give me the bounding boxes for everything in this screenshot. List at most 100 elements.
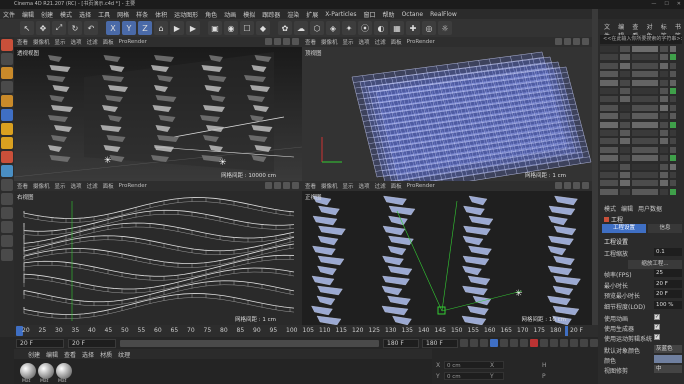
object-row[interactable]: [600, 104, 682, 112]
left-tool-button[interactable]: [1, 193, 13, 205]
range-slider[interactable]: [120, 339, 379, 347]
toolbar-button[interactable]: ✦: [342, 21, 356, 35]
viewport-nav-icon[interactable]: [265, 38, 272, 45]
left-tool-button[interactable]: [1, 165, 13, 177]
object-row[interactable]: [600, 54, 682, 61]
y-position-field[interactable]: 0 cm: [444, 372, 504, 380]
grid-button[interactable]: [580, 339, 588, 347]
object-row[interactable]: [600, 46, 682, 53]
color-swatch[interactable]: [654, 355, 682, 363]
material-swatch[interactable]: [38, 363, 54, 379]
viewport-nav-icon[interactable]: [292, 38, 299, 45]
material-menu-item[interactable]: 查看: [64, 350, 76, 359]
material-menu-item[interactable]: 材质: [100, 350, 112, 359]
viewport-menu-item[interactable]: 过滤: [87, 38, 98, 46]
viewport-menu-item[interactable]: 查看: [305, 182, 316, 190]
viewport-menu-item[interactable]: 选项: [71, 182, 82, 190]
toolbar-button[interactable]: ▦: [390, 21, 404, 35]
maximize-button[interactable]: ☐: [664, 0, 668, 9]
toolbar-button[interactable]: ⦿: [358, 21, 372, 35]
toolbar-button[interactable]: ◆: [256, 21, 270, 35]
viewport-menu-item[interactable]: ProRender: [119, 183, 147, 189]
toolbar-button[interactable]: ☁: [294, 21, 308, 35]
viewport-menu-item[interactable]: 显示: [343, 182, 354, 190]
attribute-value-field[interactable]: 20 F: [654, 290, 682, 298]
menu-item[interactable]: 网格: [117, 10, 129, 19]
viewport-nav-icon[interactable]: [283, 38, 290, 45]
toolbar-button[interactable]: ◉: [224, 21, 238, 35]
settings-button[interactable]: [570, 339, 578, 347]
left-tool-button[interactable]: [1, 235, 13, 247]
attribute-menu-item[interactable]: 编辑: [621, 204, 633, 213]
attribute-menu-item[interactable]: 用户数据: [638, 204, 662, 213]
viewport-nav-icon[interactable]: [582, 182, 589, 189]
viewport-nav-icon[interactable]: [555, 38, 562, 45]
material-menu-item[interactable]: 纹理: [118, 350, 130, 359]
object-list[interactable]: [600, 46, 682, 198]
material-swatch[interactable]: [56, 363, 72, 379]
attribute-menu-item[interactable]: 模式: [604, 204, 616, 213]
toolbar-button[interactable]: X: [106, 21, 120, 35]
attribute-checkbox[interactable]: ✓: [654, 334, 660, 340]
last-frame-button[interactable]: [520, 339, 528, 347]
viewport-nav-icon[interactable]: [573, 182, 580, 189]
left-tool-button[interactable]: [1, 95, 13, 107]
viewport-perspective[interactable]: ✳ ✳ 查看 摄像机 显示 选项 过滤 面板 ProRender 透视视图 网格间距 : 10…: [14, 37, 302, 181]
object-row[interactable]: [600, 188, 682, 196]
viewport-menu-item[interactable]: 查看: [305, 38, 316, 46]
keyframe-button[interactable]: [550, 339, 558, 347]
object-row[interactable]: [600, 79, 682, 87]
toolbar-button[interactable]: ☐: [240, 21, 254, 35]
viewport-nav-icon[interactable]: [283, 182, 290, 189]
menu-item[interactable]: 运动图形: [174, 10, 198, 19]
menu-item[interactable]: 创建: [41, 10, 53, 19]
viewport-menu-item[interactable]: 面板: [103, 38, 114, 46]
toolbar-button[interactable]: ▣: [208, 21, 222, 35]
viewport-nav-icon[interactable]: [265, 182, 272, 189]
next-frame-button[interactable]: [500, 339, 508, 347]
toolbar-button[interactable]: ◈: [326, 21, 340, 35]
material-swatch[interactable]: [20, 363, 36, 379]
menu-item[interactable]: 选择: [79, 10, 91, 19]
menu-item[interactable]: 窗口: [364, 10, 376, 19]
left-tool-button[interactable]: [1, 39, 13, 51]
left-tool-button[interactable]: [1, 249, 13, 261]
toolbar-button[interactable]: ✚: [406, 21, 420, 35]
end-frame-field[interactable]: 180 F: [383, 338, 419, 348]
menu-item[interactable]: 渲染: [287, 10, 299, 19]
object-row[interactable]: [600, 146, 682, 154]
object-row[interactable]: [600, 138, 682, 145]
menu-item[interactable]: 动画: [224, 10, 236, 19]
viewport-nav-icon[interactable]: [292, 182, 299, 189]
scale-project-button[interactable]: 缩放工程...: [628, 259, 682, 269]
left-tool-button[interactable]: [1, 207, 13, 219]
viewport-top[interactable]: 查看 摄像机 显示 选项 过滤 面板 ProRender 顶视图 网格间距 : 1 cm: [302, 37, 592, 181]
viewport-menu-item[interactable]: 摄像机: [33, 182, 50, 190]
viewport-menu-item[interactable]: 摄像机: [321, 182, 338, 190]
viewport-menu-item[interactable]: ProRender: [407, 39, 435, 45]
viewport-menu-item[interactable]: 面板: [103, 182, 114, 190]
menu-item[interactable]: 体积: [155, 10, 167, 19]
menu-item[interactable]: RealFlow: [430, 11, 457, 18]
menu-item[interactable]: 模拟: [243, 10, 255, 19]
toolbar-button[interactable]: ↖: [20, 21, 34, 35]
autokey-button[interactable]: [540, 339, 548, 347]
viewport-nav-icon[interactable]: [582, 38, 589, 45]
menu-item[interactable]: 样条: [136, 10, 148, 19]
toolbar-button[interactable]: Y: [122, 21, 136, 35]
attribute-value-field[interactable]: 0.1: [654, 248, 682, 256]
viewport-nav-icon[interactable]: [274, 182, 281, 189]
viewport-menu-item[interactable]: 查看: [17, 182, 28, 190]
prev-key-button[interactable]: [470, 339, 478, 347]
viewport-front[interactable]: ✳ 查看 摄像机 显示 选项 过滤 面板 ProRender 正视图 网格间距 : 10 c…: [302, 181, 592, 325]
viewport-nav-icon[interactable]: [564, 38, 571, 45]
menu-item[interactable]: 编辑: [22, 10, 34, 19]
left-tool-button[interactable]: [1, 179, 13, 191]
menu-item[interactable]: 角色: [205, 10, 217, 19]
object-search-input[interactable]: <<在此输入你所要搜索的字符串>>: [600, 35, 682, 44]
viewport-menu-item[interactable]: 面板: [391, 182, 402, 190]
toolbar-button[interactable]: ✥: [36, 21, 50, 35]
attribute-value-field[interactable]: 25: [654, 269, 682, 277]
menu-item[interactable]: 跟踪器: [262, 10, 280, 19]
material-menu-item[interactable]: 选择: [82, 350, 94, 359]
